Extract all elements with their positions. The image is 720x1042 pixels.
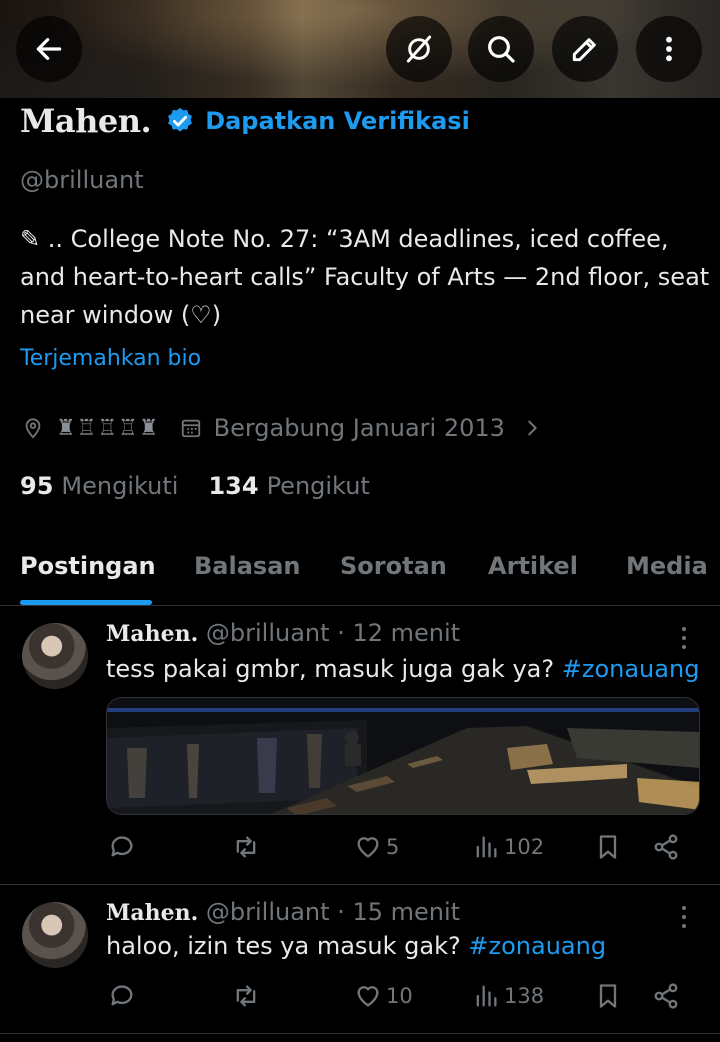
follow-stats: 95 Mengikuti 134 Pengikut	[20, 472, 370, 500]
views-button[interactable]: 102	[472, 833, 544, 861]
views-button[interactable]: 138	[472, 982, 544, 1010]
like-count: 5	[386, 835, 400, 859]
tweet-header: Mahen. @brilluant · 15 menit	[106, 898, 460, 926]
tweet-media-image[interactable]	[106, 697, 700, 815]
like-count: 10	[386, 984, 413, 1008]
profile-tabs: Postingan Balasan Sorotan Artikel Media	[0, 536, 720, 606]
tab-balasan[interactable]: Balasan	[194, 552, 300, 580]
tab-sorotan[interactable]: Sorotan	[340, 552, 447, 580]
like-button[interactable]: 10	[354, 982, 413, 1010]
following-label: Mengikuti	[61, 472, 179, 500]
following-link[interactable]: 95 Mengikuti	[20, 472, 178, 500]
tweet-header: Mahen. @brilluant · 12 menit	[106, 619, 460, 647]
views-chart-icon	[476, 836, 497, 858]
back-arrow-icon	[36, 38, 62, 60]
tweet-body: tess pakai gmbr, masuk juga gak ya?	[106, 655, 555, 683]
tweet-more-icon[interactable]	[674, 904, 694, 930]
more-vertical-icon	[666, 36, 672, 62]
following-count: 95	[20, 472, 54, 500]
hashtag-link[interactable]: #zonauang	[562, 655, 700, 683]
grok-icon	[406, 35, 432, 63]
repost-icon	[236, 985, 256, 1007]
share-button[interactable]	[652, 833, 680, 861]
profile-handle: @brilluant	[20, 166, 144, 194]
chevron-right-icon[interactable]	[521, 417, 543, 439]
tweet-actions: 5 102	[106, 833, 706, 865]
repost-button[interactable]	[232, 833, 260, 861]
tweet-item[interactable]: Mahen. @brilluant · 15 menit haloo, izin…	[0, 886, 720, 1034]
tab-media[interactable]: Media	[626, 552, 708, 580]
verified-badge-icon[interactable]	[165, 106, 195, 136]
profile-bio: ✎ .. College Note No. 27: “3AM deadlines…	[20, 225, 710, 329]
bookmark-icon	[599, 984, 617, 1008]
tweet-time: · 15 menit	[337, 898, 461, 926]
bookmark-button[interactable]	[594, 833, 622, 861]
tab-postingan[interactable]: Postingan	[20, 552, 156, 580]
reply-icon	[111, 836, 133, 857]
repost-icon	[236, 836, 256, 858]
repost-button[interactable]	[232, 982, 260, 1010]
tweet-author-name: Mahen.	[106, 621, 199, 647]
tab-artikel[interactable]: Artikel	[488, 552, 578, 580]
get-verified-link[interactable]: Dapatkan Verifikasi	[205, 107, 470, 135]
profile-location: ♜♖♖♖♜	[56, 415, 160, 441]
followers-link[interactable]: 134 Pengikut	[208, 472, 369, 500]
views-chart-icon	[476, 985, 497, 1007]
hashtag-link[interactable]: #zonauang	[468, 932, 606, 960]
tweet-text: tess pakai gmbr, masuk juga gak ya? #zon…	[106, 655, 699, 683]
profile-meta-row: ♜♖♖♖♜ Bergabung Januari 2013	[22, 414, 543, 442]
back-button[interactable]	[16, 16, 82, 82]
edit-icon	[572, 38, 596, 62]
tweet-author-name: Mahen.	[106, 900, 199, 926]
grok-button[interactable]	[386, 16, 452, 82]
riverside-night-photo	[107, 698, 699, 814]
tweet-time: · 12 menit	[337, 619, 461, 647]
tweet-more-icon[interactable]	[674, 625, 694, 651]
followers-count: 134	[208, 472, 259, 500]
calendar-icon	[181, 419, 200, 438]
like-button[interactable]: 5	[354, 833, 399, 861]
tweet-item[interactable]: Mahen. @brilluant · 12 menit tess pakai …	[0, 607, 720, 885]
share-icon	[654, 983, 678, 1009]
profile-name: Mahen.	[20, 102, 152, 140]
reply-icon	[111, 985, 133, 1006]
profile-joined-date[interactable]: Bergabung Januari 2013	[214, 414, 505, 442]
bookmark-button[interactable]	[594, 982, 622, 1010]
search-button[interactable]	[468, 16, 534, 82]
profile-name-row: Mahen. Dapatkan Verifikasi	[20, 102, 470, 140]
reply-button[interactable]	[108, 982, 136, 1010]
share-button[interactable]	[652, 982, 680, 1010]
tweet-author-handle: @brilluant	[205, 619, 330, 647]
heart-icon	[357, 837, 379, 858]
reply-button[interactable]	[108, 833, 136, 861]
tweet-body: haloo, izin tes ya masuk gak?	[106, 932, 461, 960]
bookmark-icon	[599, 835, 617, 859]
views-count: 138	[504, 984, 545, 1008]
translate-bio-link[interactable]: Terjemahkan bio	[20, 346, 201, 371]
avatar[interactable]	[22, 623, 88, 689]
location-pin-icon	[25, 418, 41, 439]
followers-label: Pengikut	[266, 472, 370, 500]
share-icon	[654, 834, 678, 860]
search-icon	[488, 36, 515, 63]
tweet-actions: 10 138	[106, 982, 706, 1014]
tweet-author-handle: @brilluant	[205, 898, 330, 926]
avatar[interactable]	[22, 902, 88, 968]
tweet-text: haloo, izin tes ya masuk gak? #zonauang	[106, 932, 606, 960]
views-count: 102	[504, 835, 545, 859]
heart-icon	[357, 986, 379, 1007]
edit-button[interactable]	[552, 16, 618, 82]
active-tab-indicator	[20, 600, 152, 605]
more-options-button[interactable]	[636, 16, 702, 82]
